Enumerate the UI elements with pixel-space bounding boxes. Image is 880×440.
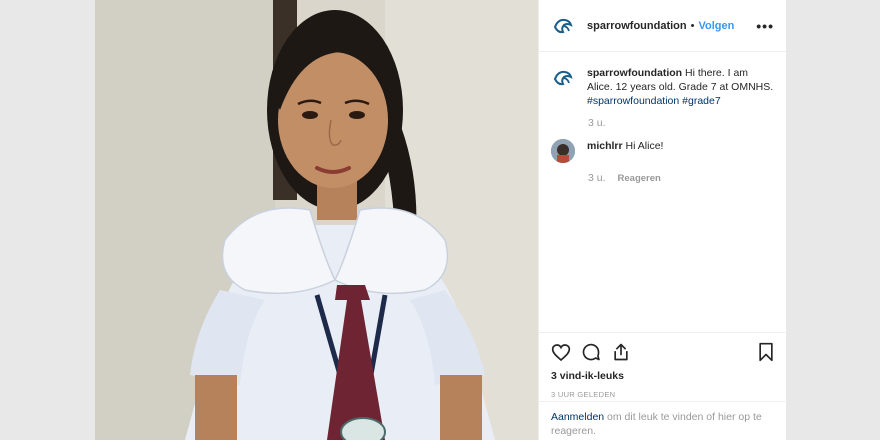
post-header: sparrowfoundation • Volgen ••• [539,0,786,52]
comments-section: sparrowfoundation Hi there. I am Alice. … [539,52,786,184]
more-options-icon[interactable]: ••• [756,19,774,33]
action-icons [551,341,775,363]
like-heart-icon[interactable] [551,343,571,362]
separator-dot: • [690,19,695,32]
sparrowfoundation-avatar[interactable] [551,14,575,38]
follow-button[interactable]: Volgen [698,20,734,32]
comment-bubble-icon[interactable] [581,342,601,362]
girl-in-uniform-image [95,0,538,440]
post-actions: 3 vind-ik-leuks 3 UUR GELEDEN [539,332,787,399]
hashtag-sparrowfoundation[interactable]: #sparrowfoundation [587,95,679,107]
reply-button[interactable]: Reageren [618,173,661,184]
header-username[interactable]: sparrowfoundation [587,20,687,32]
user-comment: michlrr Hi Alice! [551,139,774,163]
bookmark-icon[interactable] [757,342,775,362]
sparrow-logo-icon [553,70,573,86]
like-count[interactable]: 3 vind-ik-leuks [551,370,775,382]
hashtag-grade7[interactable]: #grade7 [682,95,721,107]
comment-username[interactable]: michlrr [587,140,623,152]
post-timestamp[interactable]: 3 UUR GELEDEN [551,390,775,399]
instagram-post-view: sparrowfoundation • Volgen ••• sparrowfo… [0,0,880,440]
share-icon[interactable] [611,342,631,362]
caption-meta: 3 u. [588,117,774,129]
comment-text: Hi Alice! [622,140,664,152]
comment-body: michlrr Hi Alice! [587,139,774,163]
caption-time[interactable]: 3 u. [588,117,606,129]
comment-meta: 3 u. Reageren [588,172,774,184]
login-link[interactable]: Aanmelden [551,411,604,423]
login-prompt: Aanmelden om dit leuk te vinden of hier … [539,401,787,440]
post-side-panel: sparrowfoundation • Volgen ••• sparrowfo… [538,0,787,440]
post-photo [95,0,538,440]
sparrow-logo-icon [553,18,573,33]
caption-comment: sparrowfoundation Hi there. I am Alice. … [551,66,774,108]
user-photo-icon [551,139,575,163]
caption-body: sparrowfoundation Hi there. I am Alice. … [587,66,774,108]
caption-avatar[interactable] [551,66,575,90]
comment-time[interactable]: 3 u. [588,172,606,184]
caption-username[interactable]: sparrowfoundation [587,67,682,79]
michlrr-avatar[interactable] [551,139,575,163]
